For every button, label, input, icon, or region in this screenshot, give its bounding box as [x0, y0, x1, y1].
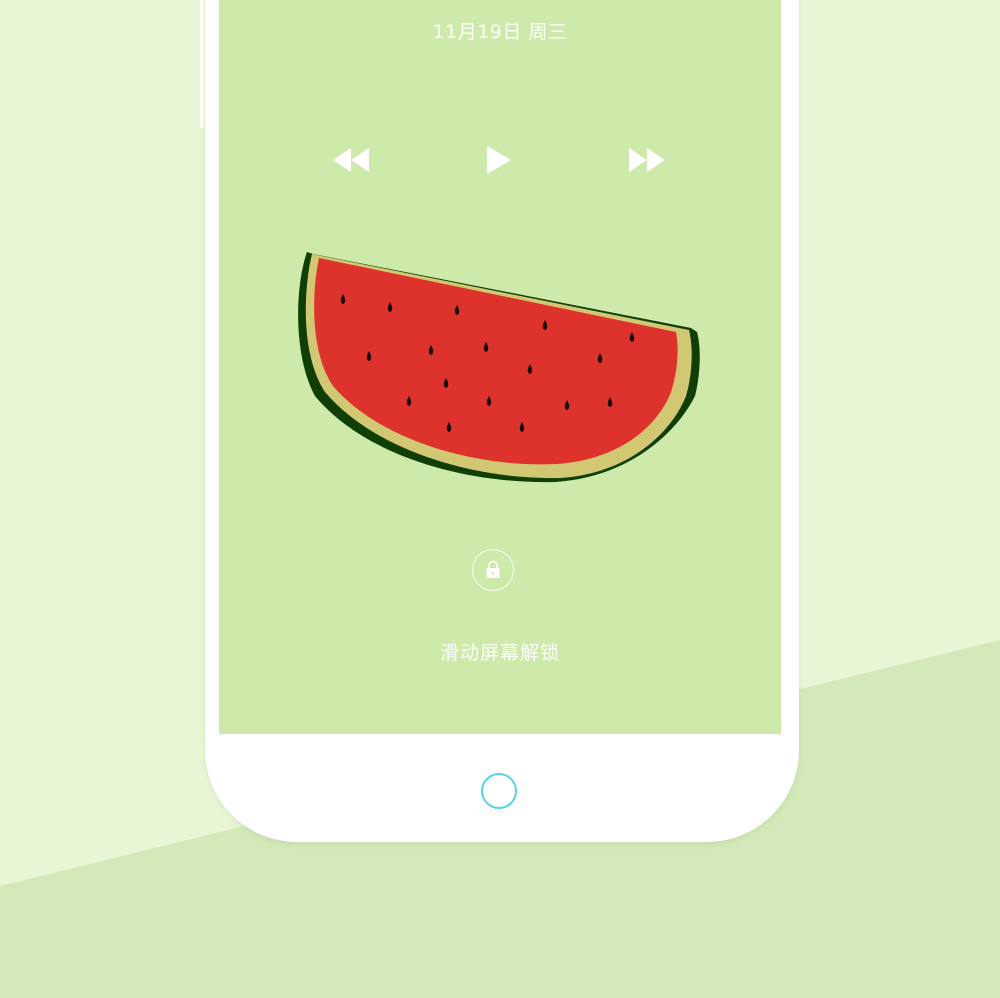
- watermelon-wallpaper: [298, 252, 700, 483]
- unlock-hint: 滑动屏幕解锁: [439, 642, 560, 664]
- phone-side-button: [200, 0, 204, 128]
- fast-forward-button[interactable]: [623, 140, 667, 180]
- date-label: 11月19日 周三: [432, 21, 568, 43]
- lock-icon: [486, 560, 500, 578]
- fast-forward-icon: [629, 148, 665, 172]
- rewind-icon: [333, 148, 369, 172]
- home-button[interactable]: [481, 773, 517, 809]
- media-controls: [219, 140, 781, 180]
- lock-screen[interactable]: 11月19日 周三 滑动屏幕解锁: [219, 0, 781, 734]
- play-button[interactable]: [477, 140, 521, 180]
- rewind-button[interactable]: [331, 140, 375, 180]
- play-icon: [487, 146, 511, 174]
- unlock-button[interactable]: [472, 549, 514, 591]
